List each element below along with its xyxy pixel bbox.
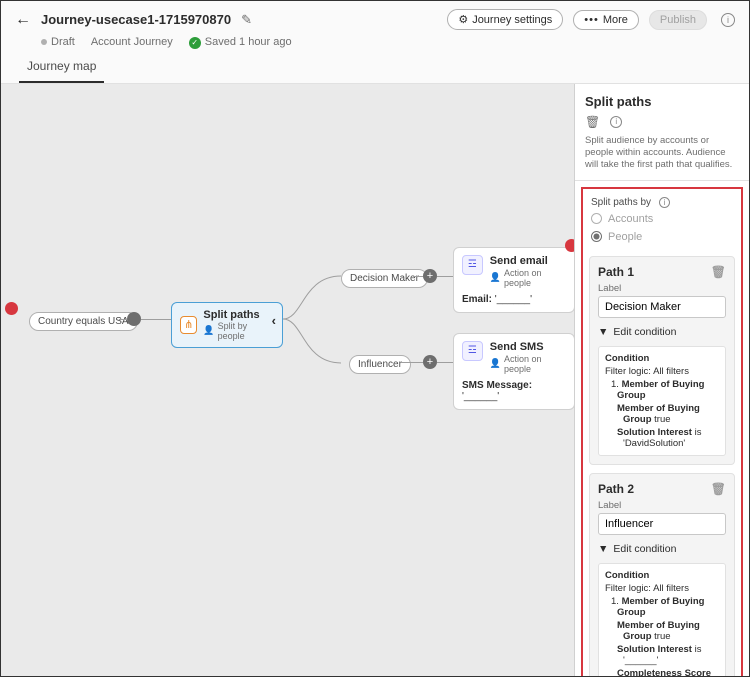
info-icon[interactable]: i xyxy=(659,197,670,208)
chevron-left-icon: ‹ xyxy=(272,313,276,328)
gears-icon: ⚙ xyxy=(458,13,468,26)
more-button[interactable]: ••• More xyxy=(573,10,639,30)
split-config-highlight: Split paths by i Accounts People Path 1 … xyxy=(581,187,743,676)
radio-people: People xyxy=(591,228,733,246)
filter-icon: ▼ xyxy=(598,543,608,555)
path-card-2: Path 2 🗑 Label ▼ Edit condition Conditio… xyxy=(589,473,735,676)
action-send-sms[interactable]: ☲ Send SMS 👤Action on people SMS Message… xyxy=(453,333,574,410)
help-icon[interactable]: i xyxy=(721,13,735,27)
path1-title: Path 1 xyxy=(598,265,634,279)
junction-icon xyxy=(127,312,141,326)
condition-box-path1: Condition Filter logic: All filters 1. M… xyxy=(598,346,726,456)
action-send-email[interactable]: ☲ Send email 👤Action on people Email: '_… xyxy=(453,247,574,313)
branch-label-decision-maker[interactable]: Decision Maker xyxy=(341,269,428,288)
delete-node-icon[interactable]: 🗑 xyxy=(585,115,600,129)
back-arrow-icon[interactable]: ← xyxy=(15,11,31,29)
branch-label-influencer[interactable]: Influencer xyxy=(349,355,411,374)
path2-title: Path 2 xyxy=(598,482,634,496)
sidebar-title: Split paths xyxy=(585,94,739,109)
split-paths-node[interactable]: ⋔ Split paths 👤Split by people ‹ xyxy=(171,302,283,348)
split-by-label: Split paths by i xyxy=(591,197,733,208)
radio-accounts: Accounts xyxy=(591,210,733,228)
entry-node[interactable]: Country equals USA xyxy=(29,312,138,331)
sidebar: Split paths 🗑 i Split audience by accoun… xyxy=(574,84,749,677)
path-card-1: Path 1 🗑 Label ▼ Edit condition Conditio… xyxy=(589,256,735,465)
condition-box-path2: Condition Filter logic: All filters 1. M… xyxy=(598,563,726,676)
delete-path1-icon[interactable]: 🗑 xyxy=(711,265,726,279)
sidebar-help: Split audience by accounts or people wit… xyxy=(585,135,739,172)
add-before-action1[interactable]: + xyxy=(423,269,437,283)
add-before-action2[interactable]: + xyxy=(423,355,437,369)
tab-journey-map[interactable]: Journey map xyxy=(19,53,104,83)
person-icon: 👤 xyxy=(203,325,214,336)
info-icon[interactable]: i xyxy=(610,116,622,128)
alert-icon xyxy=(565,239,574,252)
page-title: Journey-usecase1-1715970870 xyxy=(41,12,231,27)
header: ← Journey-usecase1-1715970870 ✎ ⚙ Journe… xyxy=(1,1,749,84)
publish-button: Publish xyxy=(649,10,707,30)
alert-icon xyxy=(5,302,18,315)
status-badge: Draft xyxy=(41,36,75,48)
journey-canvas[interactable]: Country equals USA ⋔ Split paths 👤Split … xyxy=(1,84,574,677)
path1-label-input[interactable] xyxy=(598,296,726,318)
path2-label-input[interactable] xyxy=(598,513,726,535)
checklist-icon: ☲ xyxy=(462,341,483,361)
edit-condition-path1[interactable]: ▼ Edit condition xyxy=(598,326,726,338)
delete-path2-icon[interactable]: 🗑 xyxy=(711,482,726,496)
branch-icon: ⋔ xyxy=(180,316,197,334)
checklist-icon: ☲ xyxy=(462,255,483,275)
edit-condition-path2[interactable]: ▼ Edit condition xyxy=(598,543,726,555)
filter-icon: ▼ xyxy=(598,326,608,338)
journey-type: Account Journey xyxy=(91,36,173,48)
edit-title-icon[interactable]: ✎ xyxy=(241,12,252,28)
journey-settings-button[interactable]: ⚙ Journey settings xyxy=(447,9,563,30)
saved-status: ✓Saved 1 hour ago xyxy=(189,36,292,49)
more-dots-icon: ••• xyxy=(584,14,599,26)
